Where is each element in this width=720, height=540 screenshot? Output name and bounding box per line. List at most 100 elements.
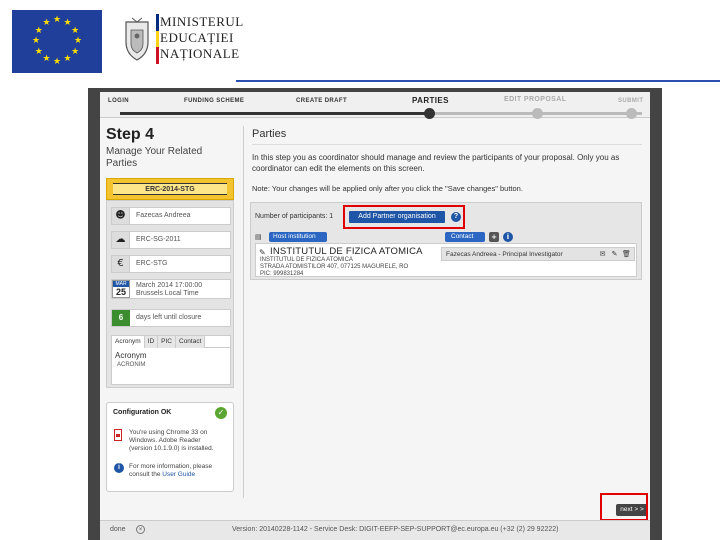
ministry-line-2: EDUCAȚIEI bbox=[160, 30, 234, 45]
participants-count: Number of participants: 1 bbox=[255, 213, 334, 220]
days-left-text: days left until closure bbox=[136, 314, 202, 321]
call-identifier: ERC-2014-STG bbox=[113, 183, 227, 195]
info-row-funding: € ERC-STG bbox=[111, 255, 231, 273]
contact-info-icon[interactable]: i bbox=[503, 232, 513, 242]
acronym-value: ACRONIM bbox=[117, 362, 146, 368]
eu-star-icon: ★ bbox=[34, 46, 43, 57]
wizard-step-login[interactable]: LOGIN bbox=[108, 98, 129, 104]
deadline-timezone: Brussels Local Time bbox=[136, 290, 199, 297]
edit-contact-icon[interactable]: ✎ bbox=[610, 250, 619, 259]
wizard-step-parties[interactable]: PARTIES bbox=[412, 96, 449, 105]
wizard-dot-submit bbox=[626, 108, 637, 119]
app-window: LOGIN FUNDING SCHEME CREATE DRAFT PARTIE… bbox=[100, 92, 650, 540]
checkmark-icon: ✓ bbox=[215, 407, 227, 419]
acronym-label: Acronym bbox=[115, 351, 147, 360]
wizard-step-funding-scheme[interactable]: FUNDING SCHEME bbox=[184, 98, 244, 104]
calendar-icon: MAR 25 bbox=[112, 280, 130, 298]
organisation-address: STRADA ATOMISTILOR 407, 077125 MAGURELE,… bbox=[260, 264, 409, 270]
tab-acronym[interactable]: Acronym bbox=[112, 336, 145, 348]
ministry-name: MINISTERUL EDUCAȚIEI NAȚIONALE bbox=[160, 14, 250, 62]
deadline-time: March 2014 17:00:00 bbox=[136, 282, 203, 289]
parties-description: In this step you as coordinator should m… bbox=[252, 153, 620, 173]
eu-star-icon: ★ bbox=[71, 46, 80, 57]
eu-star-icon: ★ bbox=[52, 57, 62, 67]
host-institution-badge: Host institution bbox=[269, 232, 327, 242]
configuration-panel: Configuration OK ✓ You're using Chrome 3… bbox=[106, 402, 234, 492]
user-icon: ☻ bbox=[112, 208, 130, 224]
info-icon: i bbox=[114, 463, 124, 473]
header-rule bbox=[236, 80, 720, 82]
wizard-dot-edit bbox=[532, 108, 543, 119]
status-done: done bbox=[110, 526, 126, 533]
wizard-step-edit-proposal[interactable]: EDIT PROPOSAL bbox=[504, 96, 566, 103]
contact-row: Fazecas Andreea - Principal Investigator… bbox=[441, 247, 635, 261]
eu-star-icon: ★ bbox=[34, 25, 43, 36]
eu-star-icon: ★ bbox=[42, 17, 51, 28]
close-icon[interactable]: × bbox=[136, 525, 145, 534]
organisation-pic: PIC: 999831284 bbox=[260, 271, 304, 277]
contact-badge: Contact bbox=[445, 232, 485, 242]
tricolor-red bbox=[156, 47, 159, 64]
column-divider bbox=[243, 126, 244, 498]
info-row-person: ☻ Fazecas Andreea bbox=[111, 207, 231, 225]
wizard-steps-bar: LOGIN FUNDING SCHEME CREATE DRAFT PARTIE… bbox=[100, 92, 650, 119]
romania-tricolor-bar bbox=[156, 14, 159, 64]
wizard-step-submit[interactable]: SUBMIT bbox=[618, 98, 643, 104]
wizard-step-create-draft[interactable]: CREATE DRAFT bbox=[296, 98, 347, 104]
highlight-add-partner bbox=[343, 205, 465, 229]
euro-icon: € bbox=[112, 256, 130, 272]
step-header: Step 4 Manage Your Related Parties bbox=[106, 126, 236, 170]
contact-name: Fazecas Andreea - Principal Investigator bbox=[446, 251, 563, 258]
step-title: Step 4 bbox=[106, 126, 155, 143]
config-title: Configuration OK bbox=[113, 409, 172, 416]
slide: ★ ★ ★ ★ ★ ★ ★ ★ ★ ★ ★ ★ MINISTERUL EDUCAȚIEI NAȚION… bbox=[0, 0, 720, 540]
status-bar: done × Version: 20140228-1142 - Service … bbox=[100, 520, 650, 540]
participants-panel: Number of participants: 1 Add Partner or… bbox=[250, 202, 642, 280]
days-left-count: 6 bbox=[112, 310, 130, 326]
user-guide-link[interactable]: User Guide bbox=[162, 471, 195, 478]
wizard-current-dot bbox=[424, 108, 435, 119]
building-icon: ▤ bbox=[255, 233, 262, 241]
person-name: Fazecas Andreea bbox=[136, 212, 191, 219]
organisation-name: INSTITUTUL DE FIZICA ATOMICA bbox=[270, 246, 423, 257]
parties-note: Note: Your changes will be applied only … bbox=[252, 184, 523, 193]
eu-star-icon: ★ bbox=[63, 54, 72, 65]
ministry-line-1: MINISTERUL bbox=[160, 14, 244, 29]
eu-flag-logo: ★ ★ ★ ★ ★ ★ ★ ★ ★ ★ ★ ★ bbox=[12, 10, 102, 73]
edit-organisation-icon[interactable]: ✎ bbox=[259, 248, 266, 257]
call-identifier-box: ERC-2014-STG bbox=[106, 178, 234, 200]
info-row-deadline: MAR 25 March 2014 17:00:00 Brussels Loca… bbox=[111, 279, 231, 299]
ministry-line-3: NAȚIONALE bbox=[160, 46, 240, 61]
tab-strip: Acronym ID PIC Contact bbox=[112, 336, 230, 348]
eu-star-icon: ★ bbox=[42, 54, 51, 65]
tricolor-blue bbox=[156, 14, 159, 31]
info-row-scheme: ☁ ERC-SG-2011 bbox=[111, 231, 231, 249]
calendar-day: 25 bbox=[115, 287, 126, 297]
cloud-icon: ☁ bbox=[112, 232, 130, 248]
info-row-days-left: 6 days left until closure bbox=[111, 309, 231, 327]
pdf-icon bbox=[114, 429, 122, 441]
email-icon[interactable]: ✉ bbox=[598, 250, 607, 259]
tab-contact[interactable]: Contact bbox=[176, 336, 206, 348]
tab-pic[interactable]: PIC bbox=[158, 336, 176, 348]
tab-id[interactable]: ID bbox=[144, 336, 159, 348]
app-screenshot-frame: LOGIN FUNDING SCHEME CREATE DRAFT PARTIE… bbox=[88, 88, 662, 540]
parties-title-rule bbox=[252, 144, 642, 145]
proposal-info-panel: ☻ Fazecas Andreea ☁ ERC-SG-2011 € ERC-ST… bbox=[106, 200, 234, 388]
romania-crest-icon bbox=[125, 17, 149, 61]
highlight-next-button bbox=[600, 493, 648, 521]
eu-star-icon: ★ bbox=[71, 25, 80, 36]
eu-star-icon: ★ bbox=[31, 36, 41, 46]
parties-title: Parties bbox=[252, 128, 287, 140]
config-browser-text: You're using Chrome 33 on Windows. Adobe… bbox=[129, 429, 214, 452]
step-subtitle: Manage Your Related Parties bbox=[106, 146, 203, 169]
eu-star-icon: ★ bbox=[52, 15, 62, 25]
funding-type: ERC-STG bbox=[136, 260, 168, 267]
scheme-name: ERC-SG-2011 bbox=[136, 236, 181, 243]
add-contact-icon[interactable]: + bbox=[489, 232, 499, 242]
proposal-id-tabs: Acronym ID PIC Contact Acronym ACRONIM bbox=[111, 335, 231, 385]
tricolor-yellow bbox=[156, 30, 159, 48]
config-help-text: For more information, please consult the… bbox=[129, 463, 225, 479]
delete-contact-icon[interactable]: 🗑 bbox=[622, 250, 631, 259]
version-info: Version: 20140228-1142 - Service Desk: D… bbox=[232, 526, 559, 533]
